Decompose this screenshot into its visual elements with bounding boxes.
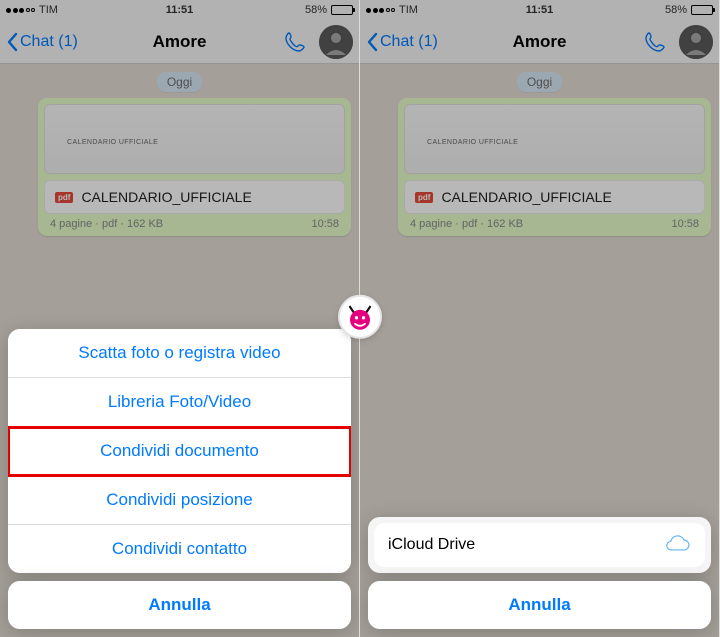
- watermark-logo: [338, 294, 382, 338]
- sheet-option-location[interactable]: Condividi posizione: [8, 476, 351, 525]
- sheet-cancel-button[interactable]: Annulla: [8, 581, 351, 629]
- sheet-option-document[interactable]: Condividi documento: [8, 427, 351, 476]
- sheet-option-camera[interactable]: Scatta foto o registra video: [8, 329, 351, 378]
- icloud-drive-option[interactable]: iCloud Drive: [374, 523, 705, 567]
- left-screenshot: TIM 11:51 58% Chat (1) Amore Oggi CALEND…: [0, 0, 360, 637]
- right-screenshot: TIM 11:51 58% Chat (1) Amore Oggi CALEND…: [360, 0, 720, 637]
- action-sheet: Scatta foto o registra video Libreria Fo…: [8, 329, 351, 629]
- sheet-cancel-button[interactable]: Annulla: [368, 581, 711, 629]
- sheet-option-library[interactable]: Libreria Foto/Video: [8, 378, 351, 427]
- document-picker-sheet: iCloud Drive Annulla: [368, 517, 711, 629]
- devil-icon: [344, 300, 376, 332]
- icloud-drive-label: iCloud Drive: [388, 536, 475, 554]
- sheet-option-contact[interactable]: Condividi contatto: [8, 525, 351, 573]
- cloud-icon: [663, 535, 691, 555]
